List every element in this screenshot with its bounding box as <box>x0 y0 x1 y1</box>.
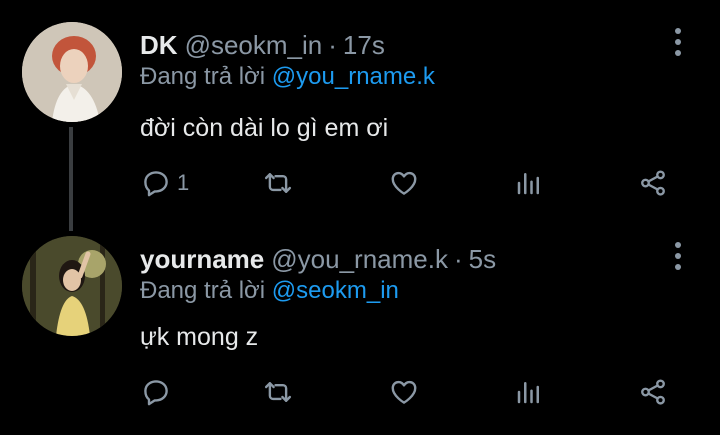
reply-mention[interactable]: @seokm_in <box>272 277 399 304</box>
avatar[interactable] <box>22 22 122 122</box>
display-name[interactable]: DK <box>140 27 178 63</box>
more-icon[interactable] <box>666 28 690 56</box>
action-bar: 1 <box>0 163 720 203</box>
display-name[interactable]: yourname <box>140 241 264 277</box>
more-icon[interactable] <box>666 242 690 270</box>
retweet-button[interactable] <box>262 163 294 203</box>
reply-prefix: Đang trả lời <box>140 63 266 90</box>
tweet[interactable]: DK @seokm_in · 17s Đang trả lời @you_rna… <box>0 0 720 231</box>
reply-icon <box>144 171 168 197</box>
like-button[interactable] <box>389 372 419 412</box>
replying-to: Đang trả lời @you_rname.k <box>140 62 435 92</box>
reply-prefix: Đang trả lời <box>140 277 266 304</box>
share-icon <box>641 379 665 405</box>
reply-button[interactable]: 1 <box>141 163 189 203</box>
stats-button[interactable] <box>514 163 544 203</box>
like-button[interactable] <box>389 163 419 203</box>
replying-to: Đang trả lời @seokm_in <box>140 276 399 306</box>
separator: · <box>328 30 337 60</box>
reply-button[interactable] <box>141 372 177 412</box>
reply-mention[interactable]: @you_rname.k <box>272 63 435 90</box>
avatar[interactable] <box>22 236 122 336</box>
handle[interactable]: @you_rname.k <box>271 241 448 277</box>
tweet-text: ựk mong z <box>140 323 259 351</box>
tweet-header: yourname @you_rname.k · 5s <box>140 241 496 277</box>
stats-icon <box>517 382 539 404</box>
stats-icon <box>517 173 539 195</box>
retweet-icon <box>264 382 292 402</box>
retweet-icon <box>264 173 292 193</box>
like-icon <box>391 380 417 404</box>
share-button[interactable] <box>638 163 668 203</box>
share-icon <box>641 170 665 196</box>
action-bar <box>0 372 720 412</box>
handle[interactable]: @seokm_in <box>185 27 323 63</box>
tweet-text: đời còn dài lo gì em ơi <box>140 114 389 142</box>
share-button[interactable] <box>638 372 668 412</box>
retweet-button[interactable] <box>262 372 294 412</box>
like-icon <box>391 171 417 195</box>
tweet-header: DK @seokm_in · 17s <box>140 27 385 63</box>
tweet[interactable]: yourname @you_rname.k · 5s Đang trả lời … <box>0 214 720 435</box>
separator: · <box>453 244 463 274</box>
timestamp[interactable]: 5s <box>469 241 496 277</box>
reply-icon <box>144 380 168 406</box>
timestamp[interactable]: 17s <box>343 27 385 63</box>
reply-count: 1 <box>177 170 190 195</box>
stats-button[interactable] <box>514 372 544 412</box>
